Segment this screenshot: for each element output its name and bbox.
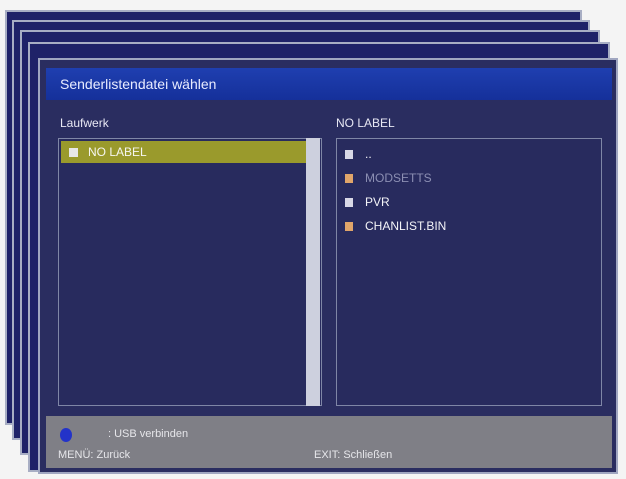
dialog-title: Senderlistendatei wählen: [46, 68, 612, 100]
file-list[interactable]: .. MODSETTS PVR CHANLIST.BIN: [336, 138, 602, 406]
file-list-item[interactable]: CHANLIST.BIN: [345, 215, 446, 237]
file-icon: [345, 222, 353, 231]
exit-close-hint: EXIT: Schließen: [314, 449, 393, 461]
usb-connect-hint: : USB verbinden: [108, 428, 189, 440]
file-item-label: MODSETTS: [365, 171, 432, 185]
folder-icon: [345, 150, 353, 159]
drive-column-label: Laufwerk: [60, 116, 109, 130]
file-list-item[interactable]: ..: [345, 143, 372, 165]
drive-icon: [69, 148, 78, 157]
drive-item-selected[interactable]: NO LABEL: [61, 141, 307, 163]
file-column-label: NO LABEL: [336, 116, 395, 130]
dialog-footer: : USB verbinden MENÜ: Zurück EXIT: Schli…: [46, 416, 612, 468]
blue-button-icon: [60, 428, 72, 442]
channel-list-file-dialog: Senderlistendatei wählen Laufwerk NO LAB…: [38, 58, 618, 474]
folder-icon: [345, 198, 353, 207]
file-icon: [345, 174, 353, 183]
file-list-item[interactable]: PVR: [345, 191, 390, 213]
menu-back-hint: MENÜ: Zurück: [58, 449, 131, 461]
file-item-label: PVR: [365, 195, 390, 209]
file-item-label: CHANLIST.BIN: [365, 219, 447, 233]
drive-list-scrollbar[interactable]: [306, 138, 320, 406]
file-item-label: ..: [365, 147, 372, 161]
drive-item-label: NO LABEL: [88, 145, 147, 159]
drive-list[interactable]: NO LABEL: [58, 138, 322, 406]
file-list-item[interactable]: MODSETTS: [345, 167, 432, 189]
